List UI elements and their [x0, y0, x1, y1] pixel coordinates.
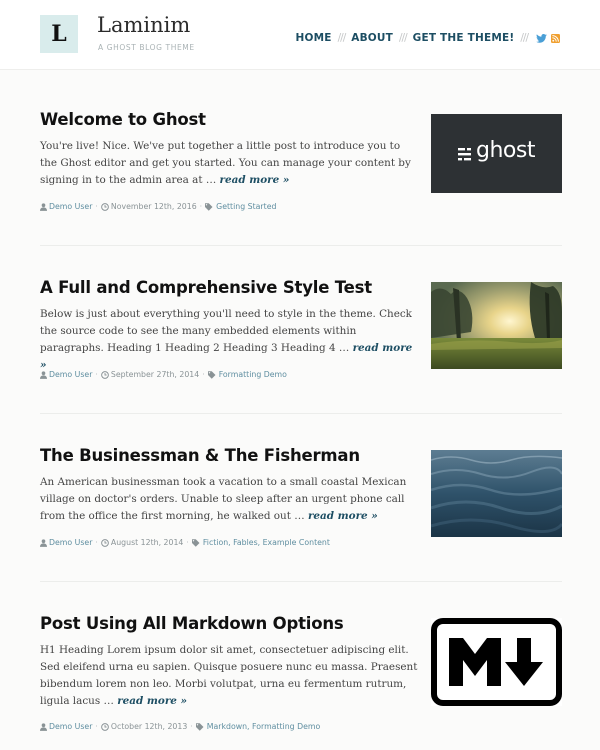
- user-icon: [40, 538, 47, 547]
- post-excerpt: H1 Heading Lorem ipsum dolor sit amet, c…: [40, 642, 420, 710]
- post-item: The Businessman & The Fisherman An Ameri…: [40, 446, 562, 556]
- post-divider: [40, 581, 562, 582]
- post-date: September 27th, 2014: [110, 370, 200, 379]
- twitter-icon[interactable]: [536, 33, 547, 43]
- post-tags[interactable]: Formatting Demo: [219, 370, 287, 379]
- meta-separator: ·: [95, 370, 98, 379]
- clock-icon: [101, 370, 109, 379]
- excerpt-text: H1 Heading Lorem ipsum dolor sit amet, c…: [40, 644, 418, 707]
- logo-letter: L: [51, 21, 67, 47]
- post-tags[interactable]: Fiction, Fables, Example Content: [203, 538, 330, 547]
- meta-separator: ·: [95, 202, 98, 211]
- post-author[interactable]: Demo User: [49, 722, 92, 731]
- post-excerpt: You're live! Nice. We've put together a …: [40, 138, 420, 189]
- clock-icon: [101, 202, 109, 211]
- post-tags[interactable]: Markdown, Formatting Demo: [207, 722, 320, 731]
- site-header: L Laminim A GHOST BLOG THEME HOME /// AB…: [0, 0, 600, 70]
- tag-icon: [205, 202, 214, 211]
- site-logo[interactable]: L: [40, 15, 78, 53]
- post-thumbnail-ghost-logo[interactable]: ghost: [431, 114, 562, 193]
- site-title[interactable]: Laminim: [97, 13, 190, 37]
- nav-home[interactable]: HOME: [296, 32, 332, 44]
- read-more-link[interactable]: read more »: [117, 695, 187, 707]
- post-item: Welcome to Ghost You're live! Nice. We'v…: [40, 110, 562, 220]
- clock-icon: [101, 722, 109, 731]
- post-excerpt: Below is just about everything you'll ne…: [40, 306, 420, 374]
- user-icon: [40, 202, 47, 211]
- post-meta: Demo User · October 12th, 2013 · Markdow…: [40, 722, 320, 731]
- ghost-logo-text: ghost: [476, 138, 535, 163]
- clock-icon: [101, 538, 109, 547]
- post-item: A Full and Comprehensive Style Test Belo…: [40, 278, 562, 388]
- post-divider: [40, 413, 562, 414]
- nav-about[interactable]: ABOUT: [351, 32, 393, 44]
- post-meta: Demo User · August 12th, 2014 · Fiction,…: [40, 538, 330, 547]
- main-nav: HOME /// ABOUT /// GET THE THEME! ///: [296, 32, 560, 44]
- site-description: A GHOST BLOG THEME: [98, 43, 195, 52]
- post-author[interactable]: Demo User: [49, 370, 92, 379]
- meta-separator: ·: [202, 370, 205, 379]
- post-divider: [40, 245, 562, 246]
- tag-icon: [207, 370, 217, 379]
- post-thumbnail-ocean-photo[interactable]: [431, 450, 562, 537]
- read-more-link[interactable]: read more »: [308, 510, 378, 522]
- post-meta: Demo User · September 27th, 2014 · Forma…: [40, 370, 287, 379]
- tag-icon: [191, 538, 201, 547]
- meta-separator: ·: [95, 538, 98, 547]
- post-item: Post Using All Markdown Options H1 Headi…: [40, 614, 562, 739]
- rss-icon[interactable]: [551, 33, 560, 43]
- meta-separator: ·: [95, 722, 98, 731]
- read-more-link[interactable]: read more »: [220, 174, 290, 186]
- meta-separator: ·: [190, 722, 193, 731]
- user-icon: [40, 722, 47, 731]
- post-excerpt: An American businessman took a vacation …: [40, 474, 420, 525]
- meta-separator: ·: [199, 202, 203, 211]
- post-author[interactable]: Demo User: [49, 202, 92, 211]
- post-date: October 12th, 2013: [110, 722, 188, 731]
- post-date: August 12th, 2014: [110, 538, 184, 547]
- post-author[interactable]: Demo User: [49, 538, 92, 547]
- nav-separator: ///: [399, 32, 408, 44]
- meta-separator: ·: [186, 538, 189, 547]
- nav-separator: ///: [520, 32, 529, 44]
- post-meta: Demo User · November 12th, 2016 · Gettin…: [40, 202, 276, 211]
- post-date: November 12th, 2016: [110, 202, 197, 211]
- user-icon: [40, 370, 47, 379]
- nav-get-the-theme[interactable]: GET THE THEME!: [413, 32, 515, 44]
- post-tags[interactable]: Getting Started: [216, 202, 276, 211]
- tag-icon: [195, 722, 205, 731]
- nav-separator: ///: [337, 32, 347, 44]
- post-thumbnail-markdown-logo[interactable]: [431, 618, 562, 706]
- post-thumbnail-forest-photo[interactable]: [431, 282, 562, 369]
